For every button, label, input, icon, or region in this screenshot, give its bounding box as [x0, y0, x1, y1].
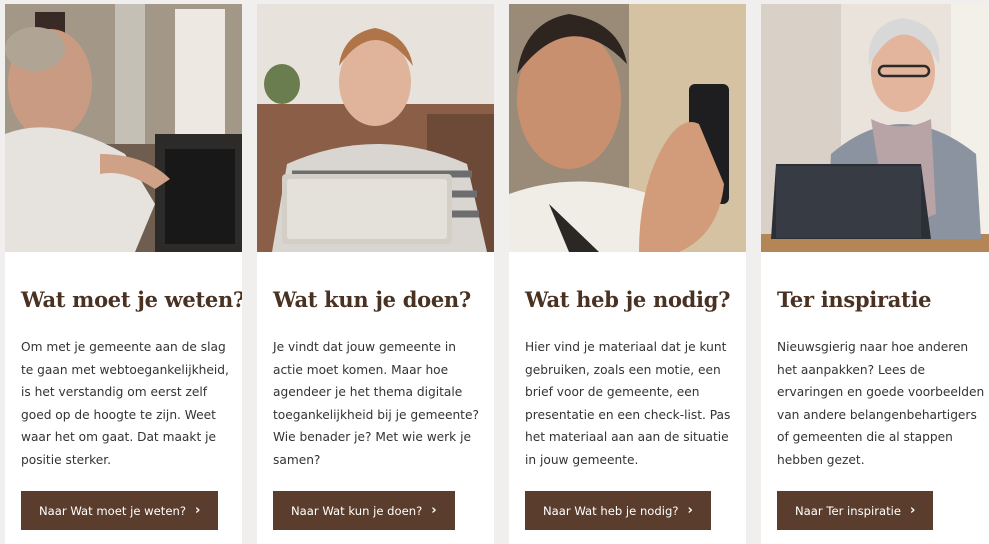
photo-older-woman-with-laptop: [761, 4, 989, 252]
naar-wat-heb-je-nodig-button[interactable]: Naar Wat heb je nodig? ›: [525, 491, 711, 530]
button-label: Naar Wat moet je weten?: [39, 503, 186, 518]
chevron-right-icon: ›: [194, 503, 201, 518]
card-wat-moet-je-weten: Wat moet je weten? Om met je gemeente aa…: [5, 4, 242, 544]
photo-young-man-holding-tablet: [257, 4, 494, 252]
card-description: Hier vind je materiaal dat je kunt gebru…: [525, 340, 731, 467]
button-label: Naar Ter inspiratie: [795, 503, 901, 518]
card-wat-kun-je-doen: Wat kun je doen? Je vindt dat jouw gemee…: [257, 4, 494, 544]
button-label: Naar Wat heb je nodig?: [543, 503, 679, 518]
naar-wat-moet-je-weten-button[interactable]: Naar Wat moet je weten? ›: [21, 491, 219, 530]
photo-man-using-tablet: [5, 4, 242, 252]
photo-man-holding-phone: [509, 4, 746, 252]
card-title: Ter inspiratie: [777, 287, 932, 312]
card-description: Om met je gemeente aan de slag te gaan m…: [21, 340, 229, 467]
card-title: Wat heb je nodig?: [525, 287, 731, 312]
naar-ter-inspiratie-button[interactable]: Naar Ter inspiratie ›: [777, 491, 934, 530]
button-label: Naar Wat kun je doen?: [291, 503, 423, 518]
card-description: Nieuwsgierig naar hoe anderen het aanpak…: [777, 340, 985, 467]
card-ter-inspiratie: Ter inspiratie Nieuwsgierig naar hoe and…: [761, 4, 989, 544]
chevron-right-icon: ›: [687, 503, 693, 518]
card-title: Wat kun je doen?: [273, 287, 471, 312]
chevron-right-icon: ›: [431, 503, 437, 518]
card-description: Je vindt dat jouw gemeente in actie moet…: [273, 340, 479, 467]
card-title: Wat moet je weten?: [21, 287, 242, 312]
naar-wat-kun-je-doen-button[interactable]: Naar Wat kun je doen? ›: [273, 491, 455, 530]
card-wat-heb-je-nodig: Wat heb je nodig? Hier vind je materiaal…: [509, 4, 746, 544]
chevron-right-icon: ›: [910, 503, 916, 518]
